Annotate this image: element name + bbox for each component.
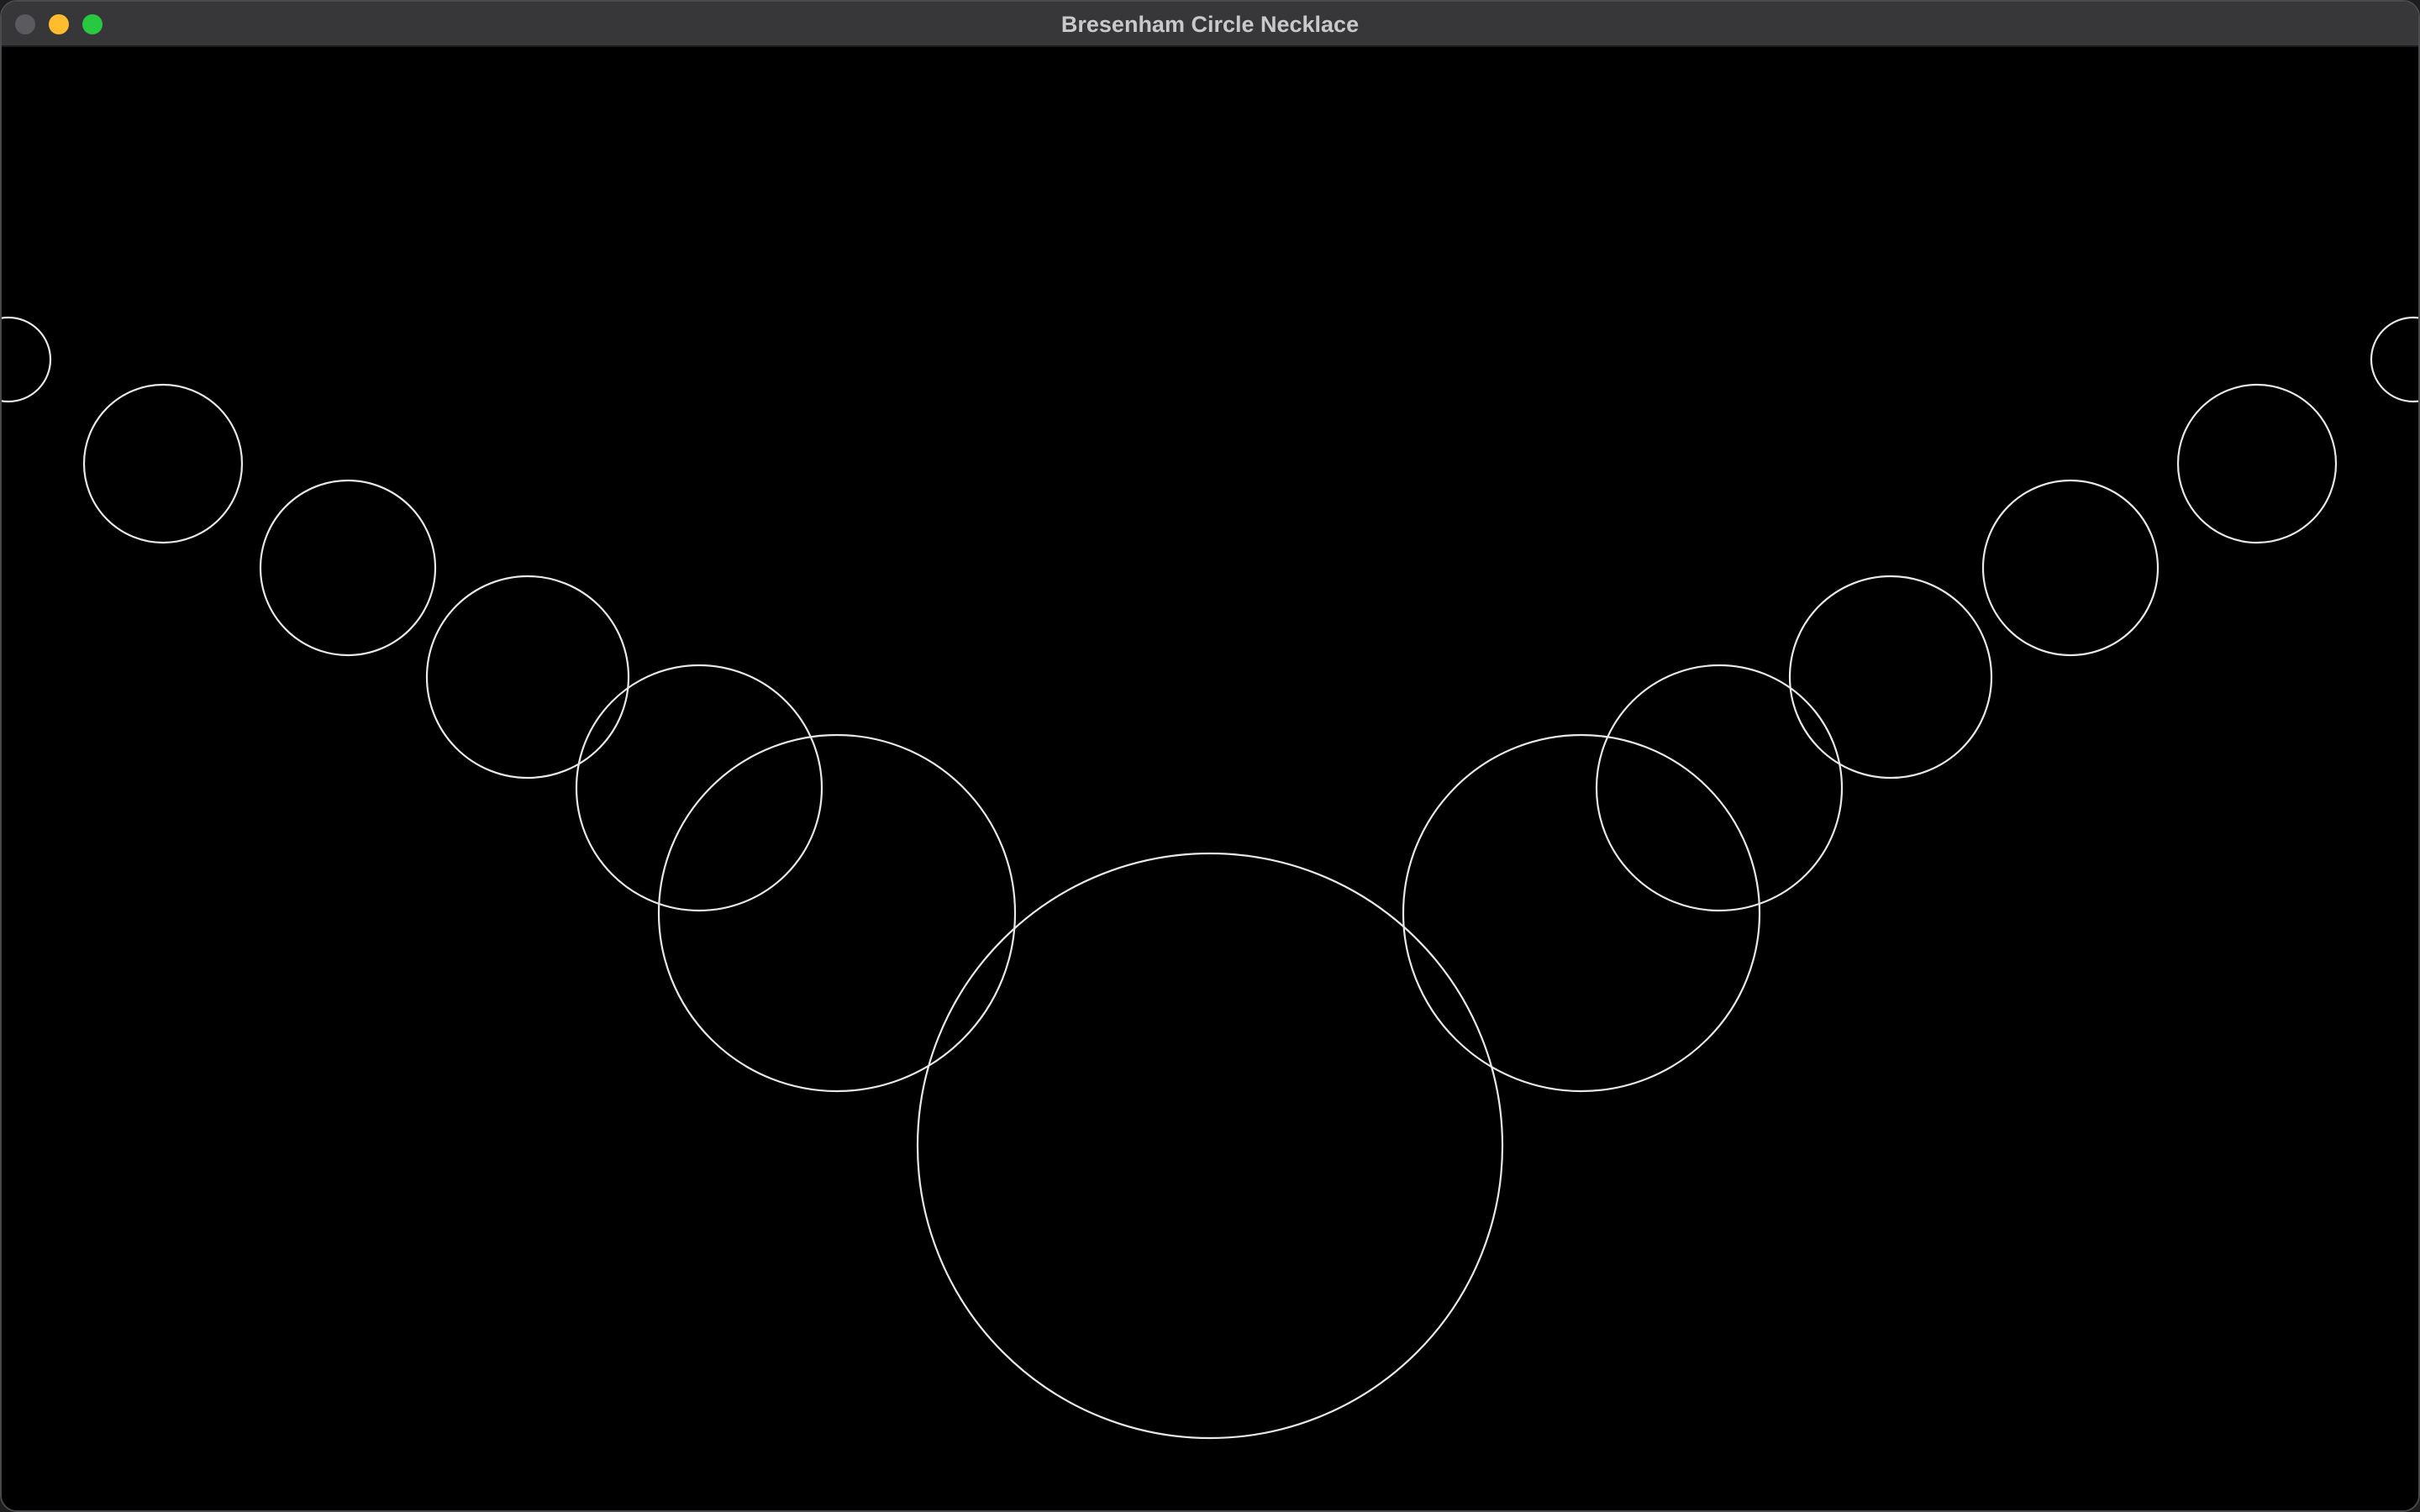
necklace-circle-10 [1788,575,1993,780]
necklace-circle-2 [82,383,244,544]
necklace-circle-7 [916,852,1504,1440]
necklace-drawing [2,316,2418,1440]
necklace-circle-5 [575,664,823,912]
app-window: Bresenham Circle Necklace [0,0,2420,1512]
drawing-canvas [2,47,2418,1510]
necklace-circle-6 [657,733,1017,1093]
necklace-circle-12 [2176,383,2338,544]
necklace-circle-1 [2,316,52,403]
necklace-circle-3 [259,479,437,657]
necklace-circle-11 [1981,479,2160,657]
window-title: Bresenham Circle Necklace [1060,12,1360,37]
necklace-circle-13 [2370,316,2418,403]
necklace-circle-8 [1402,733,1761,1093]
title-bar[interactable]: Bresenham Circle Necklace [2,2,2418,47]
necklace-circle-4 [425,575,630,780]
necklace-circle-9 [1595,664,1844,912]
